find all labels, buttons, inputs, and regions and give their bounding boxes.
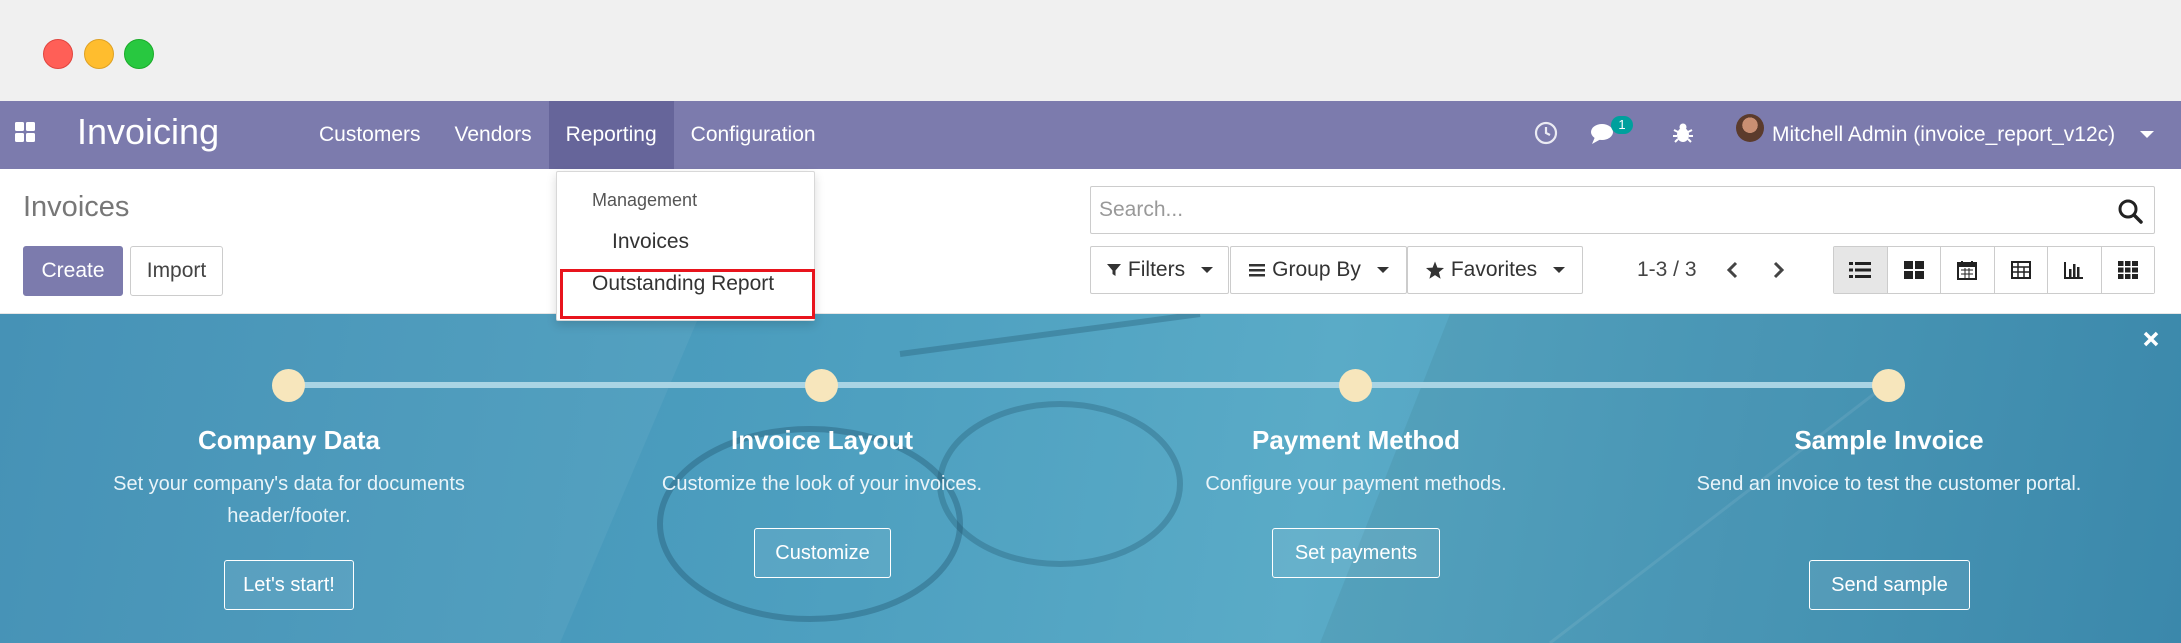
group-by-label: Group By (1272, 258, 1361, 281)
step-dot (805, 369, 838, 402)
favorites-caret-icon (1553, 267, 1566, 273)
app-name: Invoicing (77, 111, 220, 152)
step-title: Invoice Layout (730, 425, 914, 455)
main-navbar: Invoicing Customers Vendors Reporting Co… (0, 101, 2181, 169)
step-description: Set your company's data for documents he… (113, 473, 465, 527)
step-dot (1339, 369, 1372, 402)
calendar-view-icon (1957, 261, 1978, 280)
step-description: Send an invoice to test the customer por… (1696, 473, 2082, 495)
step-title: Payment Method (1251, 425, 1461, 455)
step-dot (1872, 369, 1905, 402)
kanban-view-button[interactable] (1887, 247, 1941, 293)
list-view-button[interactable] (1834, 247, 1888, 293)
menu-vendors[interactable]: Vendors (438, 101, 549, 169)
step-description: Configure your payment methods. (1205, 473, 1507, 495)
dropdown-item-invoices[interactable]: Invoices (612, 230, 689, 254)
pager-previous-icon[interactable] (1722, 259, 1744, 281)
import-button[interactable]: Import (130, 246, 223, 296)
control-panel: Invoices Create Import Filters Group By … (0, 169, 2181, 314)
menu-configuration[interactable]: Configuration (674, 101, 833, 169)
lets-start-button[interactable]: Let's start! (224, 560, 354, 610)
group-by-icon (1249, 264, 1266, 277)
graph-view-button[interactable] (2048, 247, 2102, 293)
pager-value[interactable]: 1-3 / 3 (1637, 246, 1697, 294)
calendar-view-button[interactable] (1941, 247, 1995, 293)
top-menu: Customers Vendors Reporting Configuratio… (302, 101, 833, 169)
filter-icon (1106, 264, 1121, 276)
apps-menu-icon[interactable] (14, 121, 36, 143)
grid-view-icon (2117, 261, 2138, 279)
step-description: Customize the look of your invoices. (661, 473, 983, 495)
window-close-button[interactable] (43, 39, 73, 69)
search-box (1090, 186, 2155, 234)
onboarding-progress-line (288, 382, 1888, 388)
favorites-label: Favorites (1450, 258, 1538, 281)
step-dot (272, 369, 305, 402)
group-by-caret-icon (1376, 267, 1389, 273)
breadcrumb: Invoices (23, 191, 130, 223)
dropdown-section-header: Management (592, 190, 698, 210)
graph-view-icon (2064, 262, 2084, 279)
onboarding-banner: Company Data Set your company's data for… (0, 314, 2181, 643)
favorites-button[interactable]: Favorites (1407, 246, 1583, 294)
filters-button[interactable]: Filters (1090, 246, 1229, 294)
window-maximize-button[interactable] (124, 39, 154, 69)
messages-count-badge: 1 (1611, 116, 1633, 134)
view-switcher (1833, 246, 2155, 294)
pivot-view-button[interactable] (1994, 247, 2048, 293)
menu-customers[interactable]: Customers (302, 101, 438, 169)
customize-button[interactable]: Customize (754, 528, 891, 578)
pager-next-icon[interactable] (1767, 259, 1789, 281)
kanban-view-icon (1903, 261, 1924, 279)
filters-caret-icon (1201, 267, 1214, 273)
step-title: Sample Invoice (1794, 425, 1984, 455)
set-payments-button[interactable]: Set payments (1272, 528, 1440, 578)
debug-bug-icon[interactable] (1670, 120, 1696, 146)
filters-label: Filters (1127, 258, 1186, 281)
grid-view-button[interactable] (2101, 247, 2154, 293)
menu-reporting[interactable]: Reporting (548, 101, 674, 169)
list-view-icon (1849, 262, 1872, 278)
window-titlebar (0, 0, 2181, 101)
highlight-annotation-box (560, 269, 815, 319)
star-icon (1425, 261, 1444, 279)
create-button[interactable]: Create (23, 246, 123, 296)
search-icon[interactable] (2116, 197, 2144, 225)
pivot-view-icon (2010, 261, 2031, 279)
search-input[interactable] (1099, 187, 2099, 233)
group-by-button[interactable]: Group By (1230, 246, 1407, 294)
close-banner-icon[interactable] (2140, 328, 2162, 350)
user-menu-caret-icon[interactable] (2140, 131, 2154, 138)
user-menu-label[interactable]: Mitchell Admin (invoice_report_v12c) (1772, 101, 2115, 169)
user-avatar[interactable] (1736, 114, 1764, 142)
send-sample-button[interactable]: Send sample (1809, 560, 1970, 610)
step-title: Company Data (197, 425, 381, 455)
activity-clock-icon[interactable] (1533, 120, 1559, 146)
window-minimize-button[interactable] (84, 39, 114, 69)
